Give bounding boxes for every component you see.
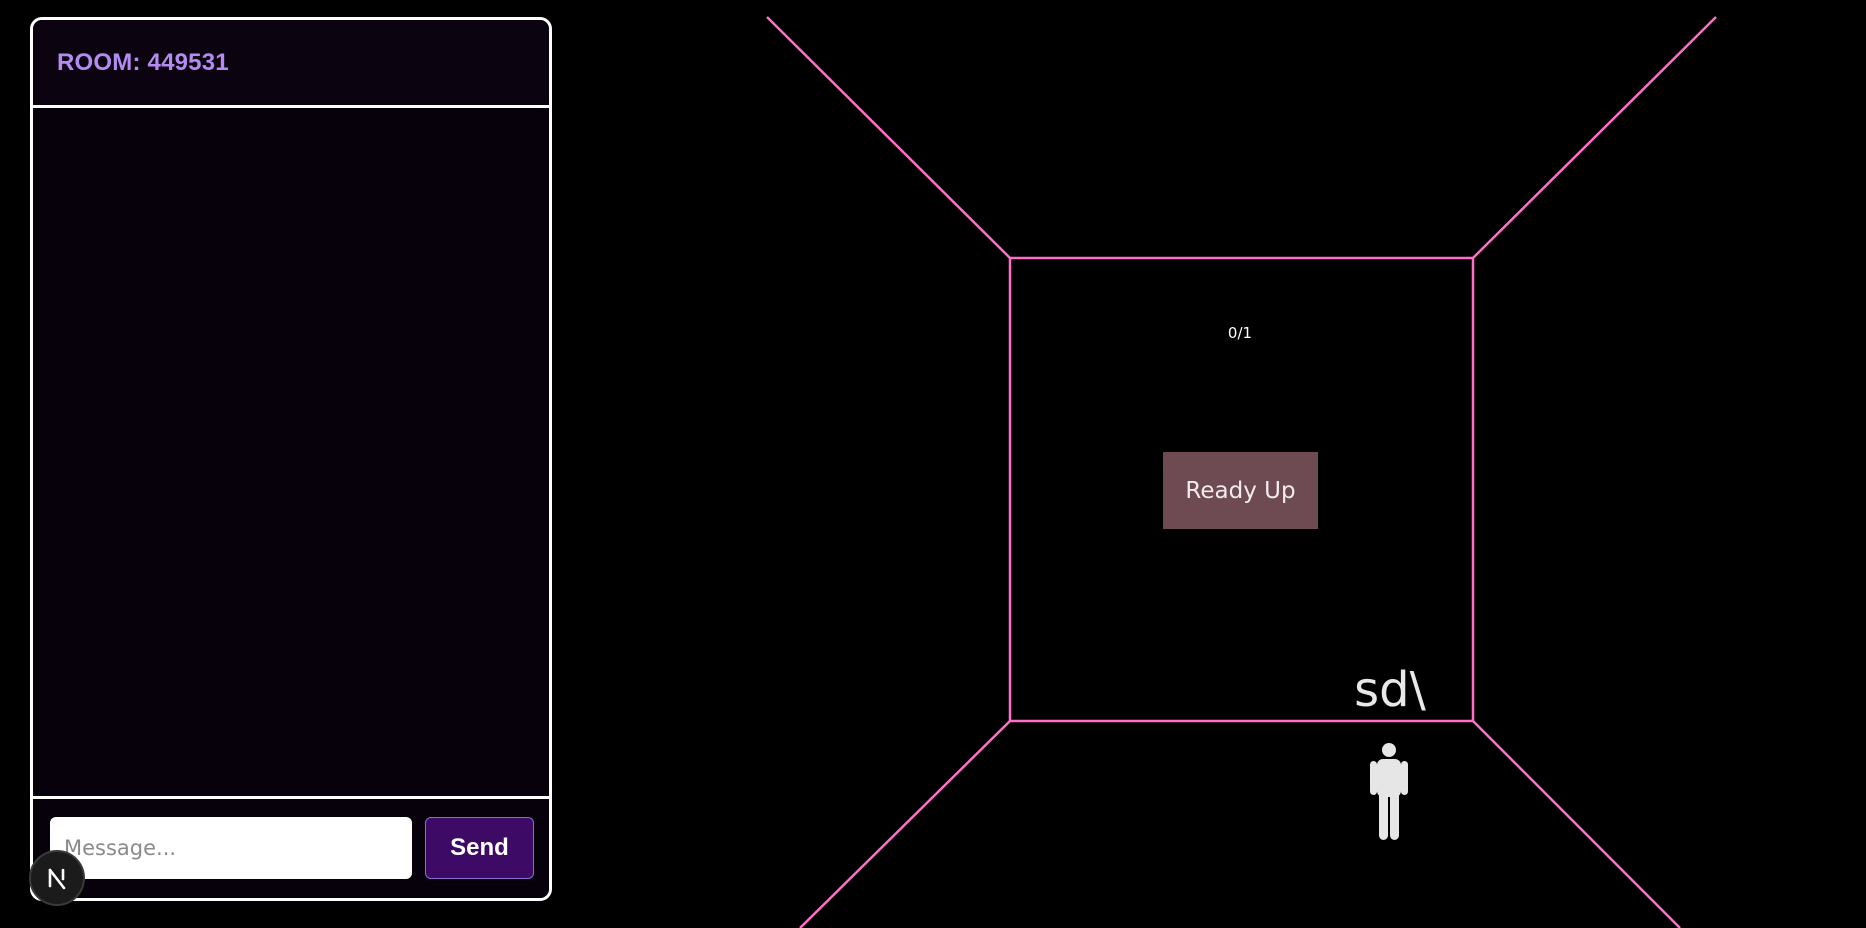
floor-right-edge (1472, 720, 1681, 928)
ready-up-button[interactable]: Ready Up (1163, 452, 1318, 529)
message-input[interactable] (50, 817, 412, 879)
game-page: 0/1 Ready Up sd\ ROOM: 449531 Send (0, 0, 1866, 928)
floor-left-edge (799, 720, 1011, 928)
chat-header: ROOM: 449531 (33, 20, 549, 108)
nextjs-logo-icon (48, 868, 66, 890)
ceiling-right-edge (1472, 16, 1717, 259)
player-name: sd\ (1354, 662, 1426, 718)
chat-panel: ROOM: 449531 Send (30, 17, 552, 901)
dev-tools-button[interactable] (29, 850, 85, 906)
room-code-label: ROOM: 449531 (57, 49, 229, 76)
chat-footer: Send (33, 796, 549, 898)
person-icon (1370, 743, 1408, 840)
send-button[interactable]: Send (425, 817, 534, 879)
ceiling-left-edge (766, 16, 1011, 259)
message-list[interactable] (33, 108, 549, 802)
ready-count: 0/1 (1227, 324, 1253, 342)
